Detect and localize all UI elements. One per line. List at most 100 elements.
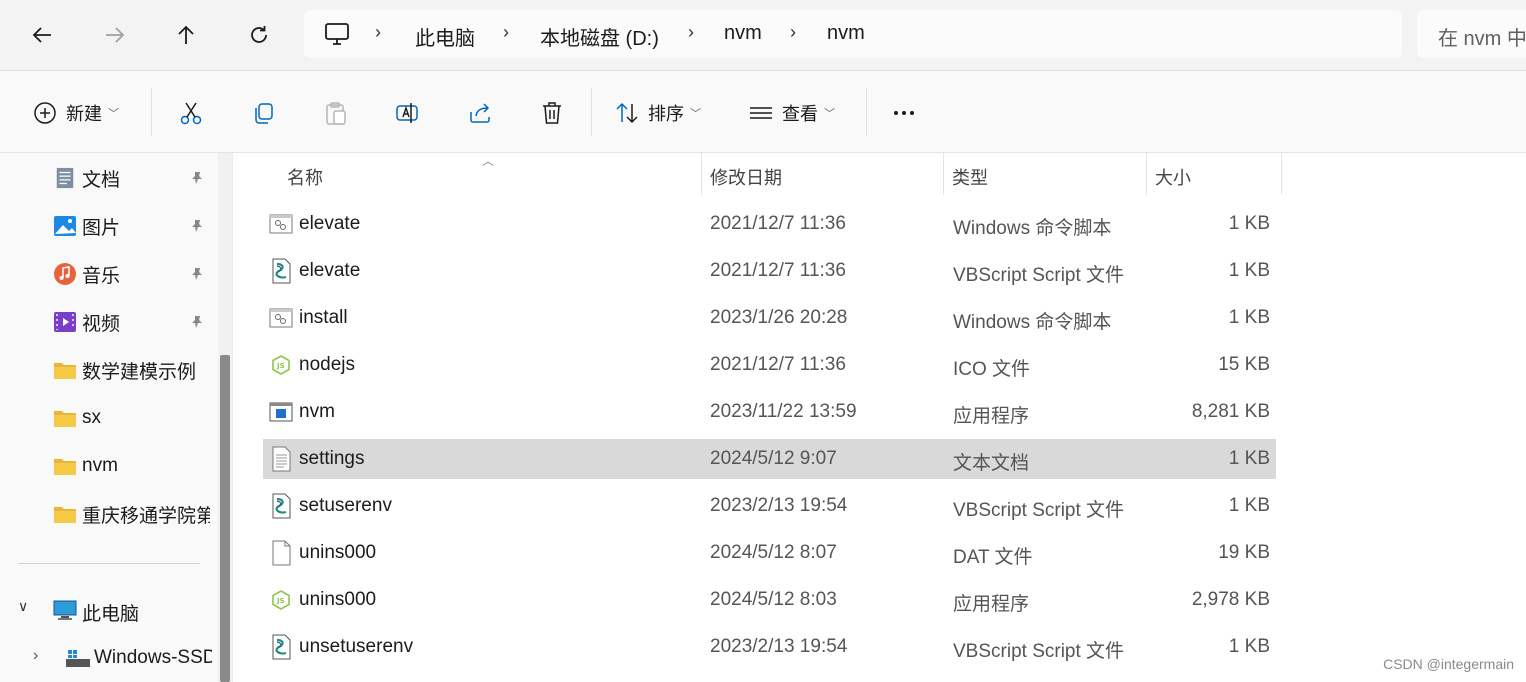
- view-button[interactable]: 查看 ﹀: [748, 96, 835, 130]
- chevron-right-icon[interactable]: ›: [33, 647, 49, 671]
- file-type: Windows 命令脚本: [953, 218, 1112, 239]
- pin-icon: [189, 218, 205, 234]
- file-type: VBScript Script 文件: [953, 641, 1125, 662]
- file-type: 文本文档: [953, 453, 1030, 474]
- breadcrumb-drive-d[interactable]: 本地磁盘 (D:): [540, 22, 659, 51]
- view-label: 查看: [782, 104, 818, 124]
- back-button[interactable]: [18, 11, 66, 59]
- file-row[interactable]: unins000 2024/5/12 8:07 DAT 文件 19 KB: [263, 533, 1276, 573]
- vbs-icon: [269, 493, 293, 519]
- column-header-size[interactable]: 大小: [1155, 164, 1191, 190]
- sidebar-item[interactable]: sx: [0, 398, 215, 438]
- file-row[interactable]: settings 2024/5/12 9:07 文本文档 1 KB: [263, 439, 1276, 479]
- rename-button[interactable]: [393, 96, 421, 130]
- computer-icon[interactable]: [323, 20, 351, 48]
- delete-button[interactable]: [538, 96, 566, 130]
- new-label: 新建: [66, 104, 102, 124]
- column-header-name[interactable]: 名称: [287, 164, 323, 190]
- pin-icon: [189, 314, 205, 330]
- column-header-type[interactable]: 类型: [952, 164, 988, 190]
- breadcrumb-nvm-current[interactable]: nvm: [827, 22, 865, 45]
- new-button[interactable]: 新建 ﹀: [32, 96, 119, 130]
- forward-button[interactable]: [91, 11, 139, 59]
- arrow-left-icon: [32, 27, 51, 43]
- column-separator[interactable]: [701, 153, 702, 195]
- file-name: nodejs: [299, 354, 355, 375]
- column-separator[interactable]: [1146, 153, 1147, 195]
- file-row[interactable]: nvm 2023/11/22 13:59 应用程序 8,281 KB: [263, 392, 1276, 432]
- file-type: 应用程序: [953, 594, 1030, 615]
- sidebar-item[interactable]: 重庆移通学院第: [0, 494, 215, 534]
- folder-icon: [53, 406, 77, 430]
- chevron-down-icon[interactable]: ∨: [18, 598, 38, 622]
- text-file-icon: [269, 446, 293, 472]
- breadcrumb-separator: ›: [375, 22, 381, 42]
- column-separator[interactable]: [943, 153, 944, 195]
- this-pc-icon: [52, 598, 78, 622]
- folder-icon: [53, 358, 77, 382]
- file-row[interactable]: setuserenv 2023/2/13 19:54 VBScript Script…: [263, 486, 1276, 526]
- paste-button[interactable]: [321, 96, 349, 130]
- blank-file-icon: [269, 540, 293, 566]
- share-icon: [470, 103, 490, 123]
- refresh-button[interactable]: [235, 11, 283, 59]
- sidebar-item[interactable]: nvm: [0, 446, 215, 486]
- chevron-down-icon: ﹀: [108, 108, 119, 120]
- watermark: CSDN @integermain: [1383, 656, 1514, 672]
- copy-button[interactable]: [249, 96, 277, 130]
- file-row[interactable]: JS unins000 2024/5/12 8:03 应用程序 2,978 KB: [263, 580, 1276, 620]
- file-row[interactable]: unsetuserenv 2023/2/13 19:54 VBScript Scri…: [263, 627, 1276, 667]
- file-name: unins000: [299, 542, 377, 563]
- exe-icon: [269, 399, 293, 425]
- file-row[interactable]: JS nodejs 2021/12/7 11:36 ICO 文件 15 KB: [263, 345, 1276, 385]
- sort-label: 排序: [648, 104, 684, 124]
- column-separator[interactable]: [1281, 153, 1282, 195]
- pin-icon: [189, 266, 205, 282]
- more-options-button[interactable]: [888, 96, 920, 130]
- toolbar-separator: [591, 88, 592, 136]
- file-name: unins000: [299, 589, 377, 610]
- cut-button[interactable]: [177, 96, 205, 130]
- refresh-icon: [251, 26, 267, 43]
- breadcrumb-separator: ›: [790, 22, 796, 42]
- breadcrumb-this-pc[interactable]: 此电脑: [415, 22, 475, 51]
- nodejs-icon: JS: [269, 587, 293, 613]
- breadcrumb-nvm[interactable]: nvm: [724, 22, 762, 45]
- rename-icon: [396, 103, 418, 123]
- sidebar-item-this-pc[interactable]: 此电脑: [82, 599, 139, 626]
- file-row[interactable]: install 2023/1/26 20:28 Windows 命令脚本 1 KB: [263, 298, 1276, 338]
- file-type: VBScript Script 文件: [953, 265, 1125, 286]
- sidebar-item-windows-ssd[interactable]: Windows-SSD: [94, 647, 212, 669]
- arrow-right-icon: [106, 27, 125, 43]
- sidebar-item[interactable]: 文档: [0, 158, 215, 198]
- sort-button[interactable]: 排序 ﹀: [614, 96, 701, 130]
- folder-icon: [53, 454, 77, 478]
- share-button[interactable]: [466, 96, 494, 130]
- file-name: elevate: [299, 260, 361, 281]
- clipboard-icon: [326, 102, 346, 125]
- file-size: 1 KB: [1228, 448, 1270, 469]
- file-modified-date: 2021/12/7 11:36: [710, 354, 846, 375]
- file-size: 8,281 KB: [1191, 401, 1270, 422]
- up-button[interactable]: [162, 11, 210, 59]
- vbs-icon: [269, 258, 293, 284]
- file-type: Windows 命令脚本: [953, 312, 1112, 333]
- sidebar-item[interactable]: 数学建模示例: [0, 350, 215, 390]
- sidebar-scrollbar-thumb[interactable]: [220, 355, 230, 682]
- sidebar-item[interactable]: 音乐: [0, 254, 215, 294]
- pane-splitter[interactable]: [232, 153, 239, 682]
- chevron-down-icon: ﹀: [824, 108, 835, 120]
- sidebar-item[interactable]: 视频: [0, 302, 215, 342]
- file-row[interactable]: elevate 2021/12/7 11:36 VBScript Script 文件…: [263, 251, 1276, 291]
- sidebar-item-label: nvm: [82, 455, 118, 476]
- column-header-date[interactable]: 修改日期: [710, 164, 782, 190]
- breadcrumb-separator: ›: [503, 22, 509, 42]
- sidebar-item-label: 文档: [82, 169, 121, 191]
- sidebar-item[interactable]: 图片: [0, 206, 215, 246]
- sort-up-icon: ︿: [482, 154, 495, 168]
- file-row[interactable]: elevate 2021/12/7 11:36 Windows 命令脚本 1 KB: [263, 204, 1276, 244]
- svg-text:JS: JS: [276, 597, 285, 605]
- file-modified-date: 2023/2/13 19:54: [710, 495, 848, 516]
- trash-icon: [543, 102, 561, 124]
- file-modified-date: 2023/2/13 19:54: [710, 636, 848, 657]
